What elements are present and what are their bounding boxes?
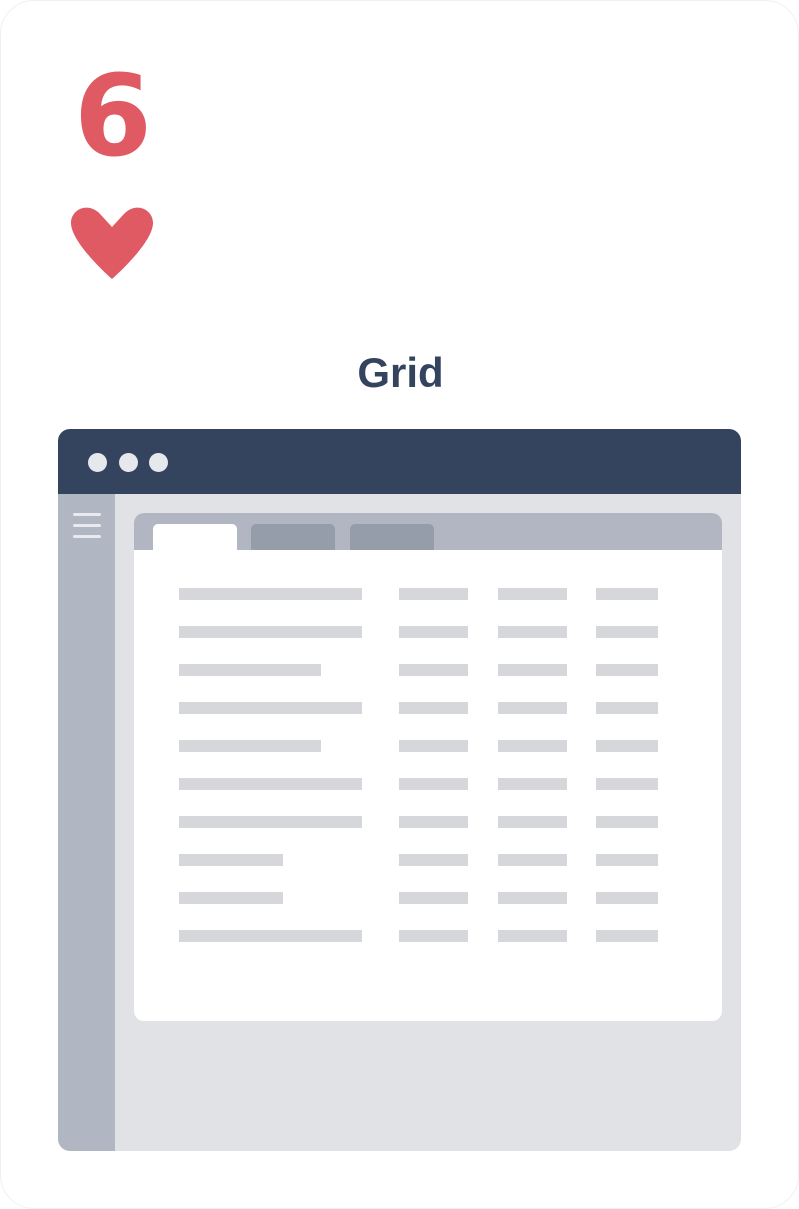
table-cell-placeholder [399,930,468,942]
table-row [134,854,722,866]
table-cell-placeholder [596,930,658,942]
table-cell-placeholder [179,702,362,714]
tab-inactive [350,524,434,550]
table-row [134,702,722,714]
content-panel [134,513,722,1021]
table-cell-placeholder [498,930,567,942]
table-row [134,930,722,942]
table-cell-placeholder [399,588,468,600]
card-rank: 6 [74,52,152,182]
table-cell-placeholder [399,740,468,752]
tab-inactive [251,524,335,550]
window-dot-icon [149,453,168,472]
table-row [134,664,722,676]
table-cell-placeholder [596,588,658,600]
table-cell-placeholder [498,664,567,676]
hamburger-menu-icon [73,513,101,541]
table-cell-placeholder [596,778,658,790]
table-cell-placeholder [399,816,468,828]
sidebar [58,494,115,1151]
table-cell-placeholder [498,816,567,828]
table-cell-placeholder [179,626,362,638]
table-cell-placeholder [179,930,362,942]
table-row [134,626,722,638]
table-row [134,778,722,790]
heart-icon [71,207,153,279]
table-row [134,588,722,600]
table-cell-placeholder [179,854,283,866]
table-cell-placeholder [596,664,658,676]
table-cell-placeholder [179,588,362,600]
table-cell-placeholder [399,664,468,676]
window-dot-icon [88,453,107,472]
table-cell-placeholder [498,588,567,600]
table-cell-placeholder [498,778,567,790]
table-cell-placeholder [179,778,362,790]
table-cell-placeholder [179,740,321,752]
table-cell-placeholder [498,702,567,714]
table-row [134,816,722,828]
table-cell-placeholder [399,854,468,866]
table-cell-placeholder [596,892,658,904]
table-cell-placeholder [498,626,567,638]
table-row [134,892,722,904]
grid-table [134,550,722,1021]
table-cell-placeholder [179,816,362,828]
table-cell-placeholder [399,778,468,790]
table-cell-placeholder [179,664,321,676]
table-cell-placeholder [596,816,658,828]
table-row [134,740,722,752]
playing-card: 6 Grid [0,0,799,1209]
table-cell-placeholder [498,854,567,866]
table-cell-placeholder [399,626,468,638]
table-cell-placeholder [498,892,567,904]
table-cell-placeholder [498,740,567,752]
table-cell-placeholder [596,702,658,714]
table-cell-placeholder [596,626,658,638]
card-title: Grid [357,349,444,396]
window-titlebar [58,429,741,494]
table-cell-placeholder [596,740,658,752]
table-cell-placeholder [179,892,283,904]
table-cell-placeholder [596,854,658,866]
tab-active [153,524,237,550]
table-cell-placeholder [399,892,468,904]
tab-strip [134,513,722,550]
table-cell-placeholder [399,702,468,714]
window-dot-icon [119,453,138,472]
app-window-illustration [58,429,741,1151]
